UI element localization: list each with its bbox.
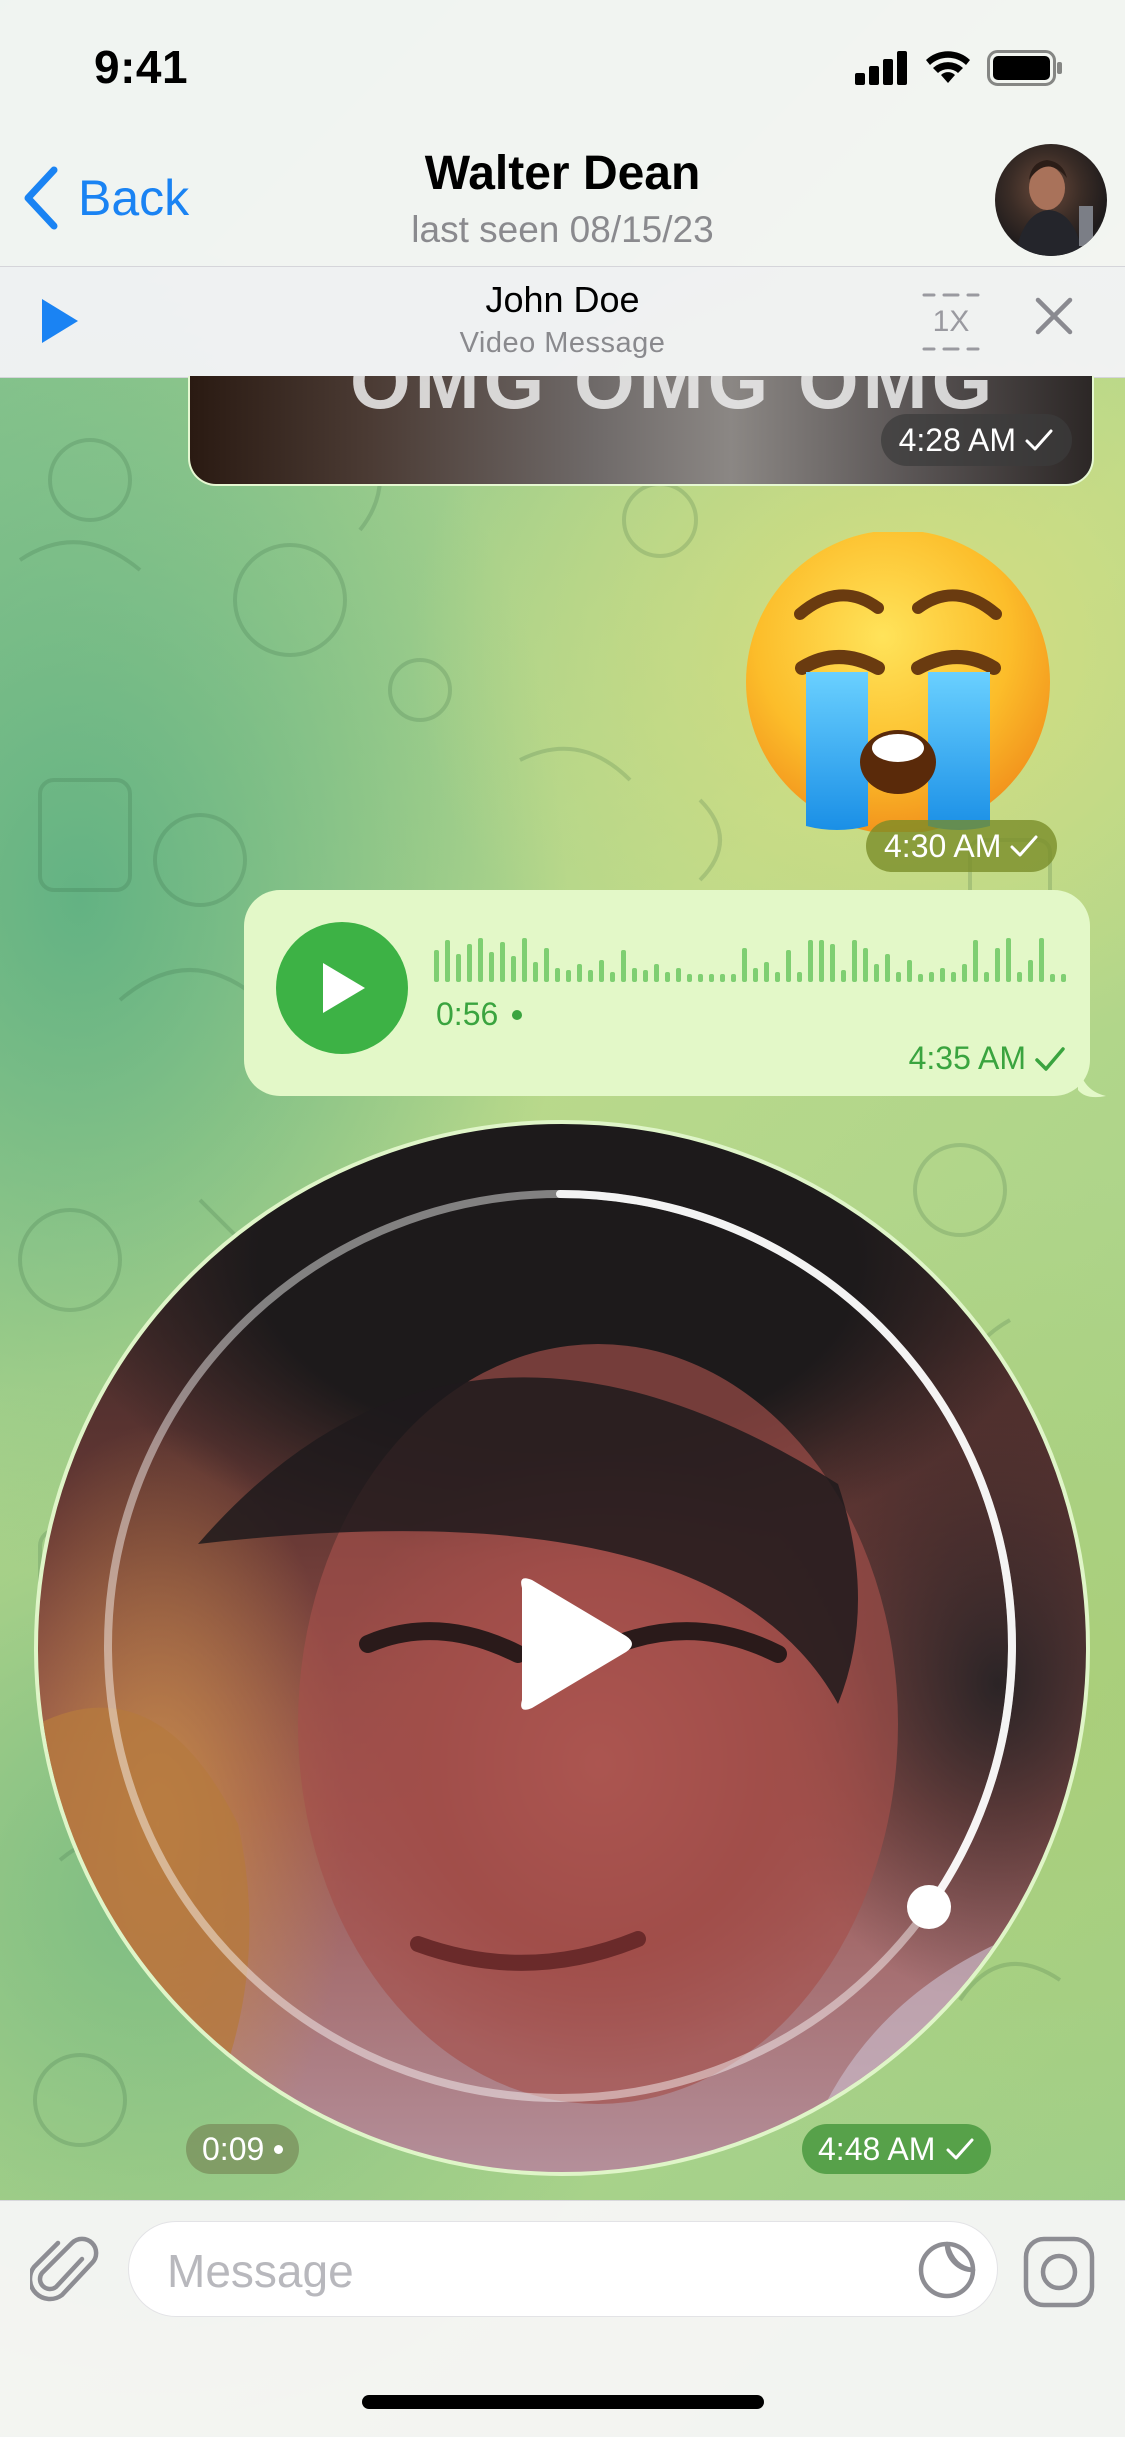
video-time-badge: 4:48 AM: [802, 2124, 992, 2174]
now-playing-bar[interactable]: John Doe Video Message 1X: [0, 266, 1125, 378]
attach-button[interactable]: [27, 2231, 100, 2312]
sticker-icon: [918, 2241, 976, 2299]
status-time: 9:41: [94, 41, 189, 93]
video-elapsed-badge: 0:09: [186, 2124, 300, 2174]
crying-face-emoji-icon: [746, 530, 1050, 834]
voice-duration: 0:56: [436, 996, 523, 1033]
gif-message[interactable]: OMG OMG OMG 4:28 AM: [188, 376, 1094, 486]
status-icons: [855, 50, 1063, 86]
gif-time-badge: 4:28 AM: [880, 414, 1072, 466]
chat-title: Walter Dean: [424, 147, 701, 200]
chat-title-block[interactable]: Walter Dean last seen 08/15/23: [0, 146, 1125, 251]
battery-icon: [987, 50, 1062, 86]
voice-waveform[interactable]: [434, 934, 1094, 982]
cellular-signal-icon: [855, 51, 907, 85]
play-icon[interactable]: [38, 1124, 1086, 2172]
sticker-button[interactable]: [915, 2238, 979, 2307]
unwatched-dot: [274, 2144, 284, 2154]
checkmark-icon: [1010, 835, 1038, 857]
wifi-icon: [926, 51, 970, 83]
emoji-time-badge: 4:30 AM: [866, 820, 1058, 872]
voice-duration-label: 0:56: [436, 996, 499, 1032]
gif-time: 4:28 AM: [898, 421, 1016, 458]
unplayed-dot: [512, 1009, 523, 1020]
contact-avatar[interactable]: [995, 144, 1107, 256]
video-time: 4:48 AM: [818, 2130, 936, 2167]
message-field[interactable]: [128, 2221, 998, 2317]
avatar-photo: [1015, 160, 1093, 256]
playback-speed-button[interactable]: 1X: [920, 291, 982, 353]
video-elapsed: 0:09: [202, 2130, 265, 2167]
video-note-message[interactable]: [34, 1120, 1090, 2176]
voice-time: 4:35 AM: [908, 1040, 1026, 1076]
home-indicator: [362, 2395, 764, 2409]
checkmark-icon: [1025, 429, 1053, 451]
message-composer: [0, 2200, 1125, 2437]
status-bar: 9:41: [0, 0, 1125, 140]
play-icon: [323, 963, 365, 1013]
voice-time-badge: 4:35 AM: [909, 1040, 1066, 1077]
video-message-button[interactable]: [1022, 2235, 1096, 2314]
voice-play-button[interactable]: [276, 922, 408, 1054]
bubble-tail: [1078, 1060, 1106, 1098]
checkmark-icon: [1035, 1046, 1065, 1071]
close-icon: [1035, 297, 1073, 335]
voice-message[interactable]: 0:56 4:35 AM: [244, 890, 1090, 1096]
paperclip-icon: [27, 2236, 99, 2302]
last-seen-status: last seen 08/15/23: [411, 209, 714, 250]
checkmark-icon: [946, 2138, 974, 2160]
emoji-message[interactable]: [740, 530, 1056, 834]
camera-icon: [1023, 2236, 1095, 2308]
chat-header: 9:41 Back Walter Dean last seen 08/15/23: [0, 0, 1125, 266]
message-input[interactable]: [165, 2240, 869, 2302]
emoji-time: 4:30 AM: [884, 827, 1002, 864]
playback-speed-label: 1X: [932, 305, 970, 338]
player-close-button[interactable]: [1034, 296, 1074, 341]
